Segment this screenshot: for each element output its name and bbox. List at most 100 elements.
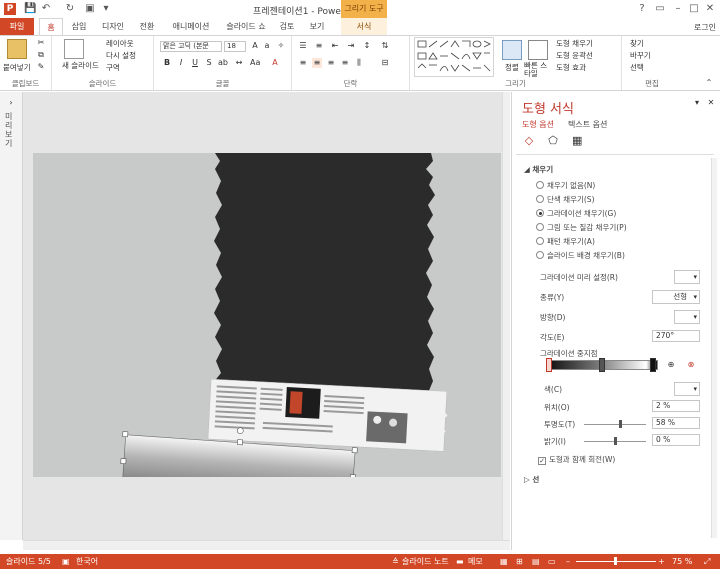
thumbnail-pane-collapsed[interactable]: › 미리 보기 <box>0 92 23 540</box>
comments-button[interactable]: 메모 <box>468 554 483 569</box>
align-right-icon[interactable]: ≡ <box>326 58 336 68</box>
pane-options-icon[interactable]: ▾ <box>692 98 702 108</box>
fill-option-2[interactable]: 그라데이션 채우기(G) <box>536 208 616 219</box>
tab-review[interactable]: 검토 <box>274 18 300 35</box>
quick-styles-icon[interactable] <box>528 40 548 60</box>
clear-format-icon[interactable]: ✧ <box>276 41 286 51</box>
horizontal-scrollbar[interactable] <box>23 540 510 550</box>
arrange-icon[interactable] <box>502 40 522 60</box>
direction-dropdown[interactable] <box>674 310 700 324</box>
shape-effects-button[interactable]: 도형 효과 <box>556 62 586 73</box>
shape-gallery[interactable] <box>414 37 494 77</box>
pane-close-icon[interactable]: ✕ <box>706 98 716 108</box>
line-section-header[interactable]: ▷ 선 <box>524 474 539 485</box>
tab-home[interactable]: 홈 <box>39 18 63 35</box>
slide-sorter-icon[interactable]: ⊞ <box>516 554 523 569</box>
shape-outline-button[interactable]: 도형 윤곽선 <box>556 50 593 61</box>
tab-animations[interactable]: 애니메이션 <box>164 18 218 35</box>
zoom-slider-thumb[interactable] <box>614 557 617 565</box>
line-spacing-icon[interactable]: ↕ <box>362 41 372 51</box>
replace-button[interactable]: 바꾸기 <box>630 50 651 61</box>
section-button[interactable]: 구역 <box>106 62 120 73</box>
shadow-icon[interactable]: S <box>204 58 214 68</box>
tab-file[interactable]: 파일 <box>0 18 34 35</box>
arrange-button[interactable]: 정렬 <box>505 62 519 73</box>
size-properties-icon[interactable]: ▦ <box>572 135 582 146</box>
new-slide-icon[interactable] <box>64 39 84 59</box>
italic-icon[interactable]: I <box>176 58 186 68</box>
paste-button[interactable]: 붙여넣기 <box>3 62 31 73</box>
align-text-icon[interactable]: ⊟ <box>380 58 390 68</box>
tab-slideshow[interactable]: 슬라이드 쇼 <box>222 18 270 35</box>
tab-view[interactable]: 보기 <box>304 18 330 35</box>
format-painter-icon[interactable]: ✎ <box>36 62 46 72</box>
gradient-stop-3[interactable] <box>650 358 656 372</box>
shape-fill-button[interactable]: 도형 채우기 <box>556 38 593 49</box>
tab-insert[interactable]: 삽입 <box>66 18 92 35</box>
undo-icon[interactable]: ↶ <box>40 3 52 15</box>
rotate-with-shape-row[interactable]: ✓ 도형과 함께 회전(W) <box>538 454 615 465</box>
fill-option-5[interactable]: 슬라이드 배경 채우기(B) <box>536 250 625 261</box>
help-icon[interactable]: ? <box>634 2 650 16</box>
save-icon[interactable]: 💾 <box>24 3 36 15</box>
cut-icon[interactable]: ✂ <box>36 38 46 48</box>
add-stop-icon[interactable]: ⊕ <box>666 360 676 370</box>
strikethrough-icon[interactable]: ab <box>218 58 228 68</box>
font-color-icon[interactable]: A <box>270 58 280 68</box>
select-button[interactable]: 선택 <box>630 62 644 73</box>
color-dropdown[interactable] <box>674 382 700 396</box>
font-size-combo[interactable]: 18 <box>224 41 246 52</box>
radio-button[interactable] <box>536 251 544 259</box>
remove-stop-icon[interactable]: ⊗ <box>686 360 696 370</box>
radio-button[interactable] <box>536 237 544 245</box>
new-slide-button[interactable]: 새 슬라이드 <box>62 60 99 71</box>
fill-section-header[interactable]: ◢ 채우기 <box>524 164 553 175</box>
radio-button[interactable] <box>536 181 544 189</box>
preset-dropdown[interactable] <box>674 270 700 284</box>
tab-design[interactable]: 디자인 <box>96 18 130 35</box>
bullets-icon[interactable]: ☰ <box>298 41 308 51</box>
minimize-icon[interactable]: – <box>670 2 686 16</box>
notes-button[interactable]: 슬라이드 노트 <box>402 554 449 569</box>
tab-text-options[interactable]: 텍스트 옵션 <box>568 119 607 130</box>
transparency-slider[interactable] <box>584 424 646 425</box>
gradient-stop-1[interactable] <box>546 358 552 372</box>
fill-line-icon[interactable]: ◇ <box>524 135 534 146</box>
font-name-combo[interactable]: 맑은 고딕 (본문 <box>160 41 222 52</box>
radio-button[interactable] <box>536 195 544 203</box>
fit-slide-icon[interactable]: ⤢ <box>704 554 710 569</box>
fill-option-4[interactable]: 패턴 채우기(A) <box>536 236 595 247</box>
text-direction-icon[interactable]: ⇅ <box>380 41 390 51</box>
customize-qat-icon[interactable]: ▾ <box>100 3 112 15</box>
slide-canvas[interactable] <box>33 153 501 477</box>
signin-link[interactable]: 로그인 <box>694 22 716 33</box>
radio-button[interactable] <box>536 223 544 231</box>
bold-icon[interactable]: B <box>162 58 172 68</box>
change-case-icon[interactable]: Aa <box>250 58 260 68</box>
columns-icon[interactable]: ⫼ <box>354 58 364 68</box>
rotate-checkbox[interactable]: ✓ <box>538 457 546 465</box>
decrease-indent-icon[interactable]: ⇤ <box>330 41 340 51</box>
zoom-level[interactable]: 75 % <box>672 554 692 569</box>
brightness-spinner[interactable]: 0 % <box>652 434 700 446</box>
underline-icon[interactable]: U <box>190 58 200 68</box>
find-button[interactable]: 찾기 <box>630 38 644 49</box>
effects-icon[interactable]: ⬠ <box>548 135 558 146</box>
slideshow-icon[interactable]: ▭ <box>548 554 556 569</box>
angle-spinner[interactable]: 270° <box>652 330 700 342</box>
zoom-in-icon[interactable]: + <box>658 554 665 569</box>
present-icon[interactable]: ▣ <box>84 3 96 15</box>
type-dropdown[interactable]: 선형 <box>652 290 700 304</box>
close-icon[interactable]: ✕ <box>702 2 718 16</box>
tab-shape-options[interactable]: 도형 옵션 <box>522 119 554 130</box>
quick-styles-button[interactable]: 빠른 스타일 <box>524 62 548 78</box>
shrink-font-icon[interactable]: a <box>262 41 272 51</box>
tab-transitions[interactable]: 전환 <box>134 18 160 35</box>
pane-scrollbar[interactable] <box>711 158 717 538</box>
spacing-icon[interactable]: ↔ <box>234 58 244 68</box>
align-left-icon[interactable]: ≡ <box>298 58 308 68</box>
transparency-slider-thumb[interactable] <box>618 420 622 428</box>
collapse-ribbon-icon[interactable]: ⌃ <box>704 78 714 88</box>
increase-indent-icon[interactable]: ⇥ <box>346 41 356 51</box>
language-indicator[interactable]: 한국어 <box>76 554 98 569</box>
